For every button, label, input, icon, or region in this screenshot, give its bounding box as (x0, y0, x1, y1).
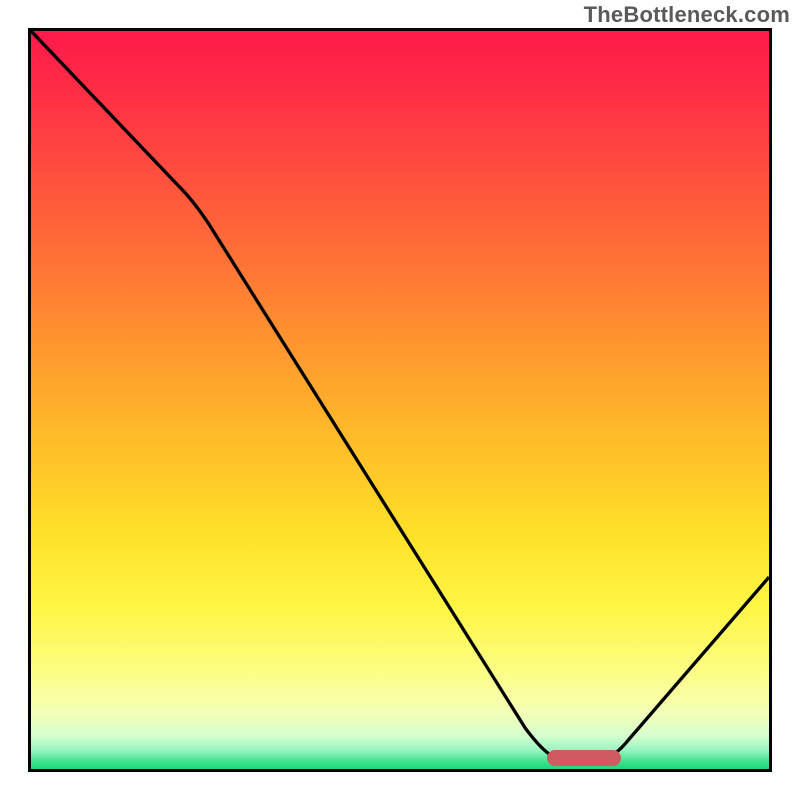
bottleneck-curve (31, 31, 769, 769)
bottleneck-chart: TheBottleneck.com (0, 0, 800, 800)
watermark-label: TheBottleneck.com (584, 2, 790, 28)
plot-area (28, 28, 772, 772)
optimum-range-marker (547, 750, 621, 766)
